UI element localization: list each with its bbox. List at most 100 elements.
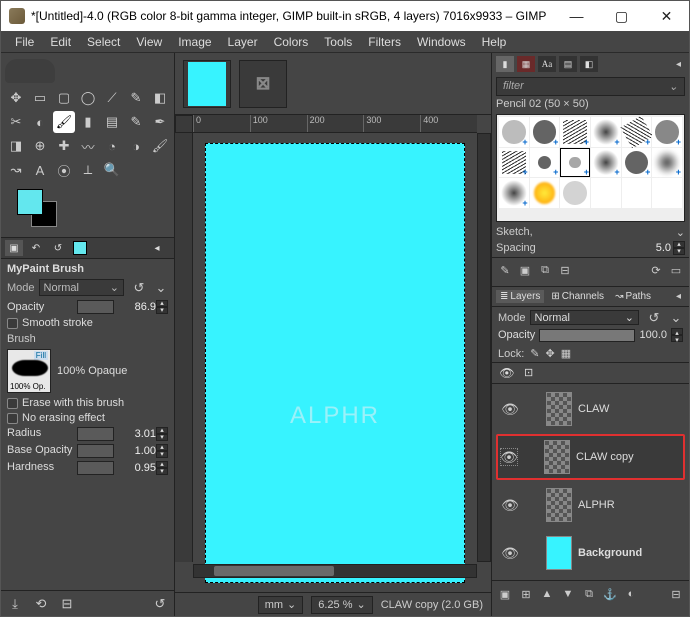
new-layer-icon[interactable]: ▣ xyxy=(496,585,514,603)
tool-dodge[interactable]: ◑ xyxy=(125,135,147,157)
tool-free-select[interactable]: ⟋ xyxy=(101,87,123,109)
tool-ellipse-select[interactable]: ◯ xyxy=(77,87,99,109)
layer-row[interactable]: 👁ALPHR xyxy=(496,482,685,528)
brush-category-chevron-icon[interactable]: ⌄ xyxy=(676,226,685,239)
close-button[interactable]: ✕ xyxy=(644,1,689,31)
menu-layer[interactable]: Layer xyxy=(220,31,266,53)
ruler-corner[interactable] xyxy=(175,115,193,133)
tool-ink[interactable]: ✒ xyxy=(149,111,171,133)
tab-layers[interactable]: ≣Layers xyxy=(496,290,544,303)
hardness-slider[interactable] xyxy=(77,461,114,475)
menu-windows[interactable]: Windows xyxy=(409,31,474,53)
layer-opacity-spinner[interactable]: ▴▾ xyxy=(671,328,683,342)
lower-layer-icon[interactable]: ▼ xyxy=(559,585,577,603)
tool-clone[interactable]: ⊕ xyxy=(29,135,51,157)
tool-color-picker[interactable]: ⦿ xyxy=(53,159,75,181)
layer-row[interactable]: 👁 CLAW copy xyxy=(496,434,685,480)
dup-brush-icon[interactable]: ⧉ xyxy=(536,261,554,279)
menu-view[interactable]: View xyxy=(128,31,170,53)
image-tab-0[interactable] xyxy=(183,60,231,108)
smooth-stroke-checkbox[interactable]: Smooth stroke xyxy=(7,317,168,329)
tool-color-select[interactable]: ◧ xyxy=(149,87,171,109)
tab-channels[interactable]: ⊞Channels xyxy=(547,290,608,303)
tab-brushes[interactable]: ▮ xyxy=(496,56,514,72)
eye-icon[interactable]: 👁 xyxy=(500,545,520,562)
layer-name[interactable]: CLAW copy xyxy=(576,451,681,463)
layer-thumbnail[interactable] xyxy=(546,536,572,570)
tab-tool-options[interactable]: ▣ xyxy=(5,240,23,256)
tab-fonts[interactable]: Aa xyxy=(538,56,556,72)
open-brush-icon[interactable]: ▭ xyxy=(667,261,685,279)
layer-mode-chevron-icon[interactable]: ⌄ xyxy=(669,311,683,325)
spacing-spinner[interactable]: ▴▾ xyxy=(673,241,685,255)
vertical-scrollbar[interactable] xyxy=(477,133,491,562)
layer-thumbnail[interactable] xyxy=(546,392,572,426)
minimize-button[interactable]: — xyxy=(554,1,599,31)
lock-position-icon[interactable]: ✥ xyxy=(546,347,555,360)
menu-select[interactable]: Select xyxy=(79,31,128,53)
tab-history[interactable]: ▤ xyxy=(559,56,577,72)
tool-mypaint[interactable]: 🖌 xyxy=(149,135,171,157)
tool-move[interactable]: ✥ xyxy=(5,87,27,109)
tool-path[interactable]: ↝ xyxy=(5,159,27,181)
menu-filters[interactable]: Filters xyxy=(360,31,409,53)
layer-mode-reset-icon[interactable]: ↺ xyxy=(647,311,661,325)
maximize-button[interactable]: ▢ xyxy=(599,1,644,31)
fg-color[interactable] xyxy=(17,189,43,215)
mask-layer-icon[interactable]: ◐ xyxy=(622,585,640,603)
horizontal-scrollbar[interactable] xyxy=(193,564,477,578)
tool-fuzzy-select[interactable]: ✎ xyxy=(125,87,147,109)
tool-eraser[interactable]: ◨ xyxy=(5,135,27,157)
radius-spinner[interactable]: ▴▾ xyxy=(156,427,168,441)
layers-tab-menu[interactable]: ◂ xyxy=(672,291,685,302)
tab-menu-arrow[interactable]: ◂ xyxy=(148,240,166,256)
tab-patterns[interactable]: ▦ xyxy=(517,56,535,72)
opacity-slider[interactable] xyxy=(77,300,114,314)
layer-row[interactable]: 👁CLAW xyxy=(496,386,685,432)
tool-rect-select[interactable]: ▢ xyxy=(53,87,75,109)
tool-bucket[interactable]: ▮ xyxy=(77,111,99,133)
zoom-select[interactable]: 6.25 %⌄ xyxy=(311,596,372,614)
mode-reset-icon[interactable]: ↺ xyxy=(132,281,146,295)
menu-colors[interactable]: Colors xyxy=(266,31,317,53)
tab-paths[interactable]: ↝Paths xyxy=(611,290,655,303)
restore-options-icon[interactable]: ⟲ xyxy=(33,596,49,612)
radius-slider[interactable] xyxy=(77,427,114,441)
tool-zoom[interactable]: 🔍 xyxy=(101,159,123,181)
image-tab-close[interactable]: ⊠ xyxy=(239,60,287,108)
mode-select[interactable]: Normal⌄ xyxy=(39,279,124,296)
lock-alpha-icon[interactable]: ▦ xyxy=(561,347,571,360)
mode-chevron-icon[interactable]: ⌄ xyxy=(154,281,168,295)
tool-measure[interactable]: ⟂ xyxy=(77,159,99,181)
del-brush-icon[interactable]: ⊟ xyxy=(556,261,574,279)
save-options-icon[interactable]: ⤓ xyxy=(7,596,23,612)
raise-layer-icon[interactable]: ▲ xyxy=(538,585,556,603)
brush-filter-input[interactable]: filter⌄ xyxy=(496,77,685,96)
merge-layer-icon[interactable]: ⚓ xyxy=(601,585,619,603)
edit-brush-icon[interactable]: ✎ xyxy=(496,261,514,279)
tab-undo[interactable]: ↺ xyxy=(49,240,67,256)
tool-text[interactable]: A xyxy=(29,159,51,181)
ruler-vertical[interactable] xyxy=(175,133,193,562)
menu-file[interactable]: File xyxy=(7,31,42,53)
tab-device[interactable]: ↶ xyxy=(27,240,45,256)
dup-layer-icon[interactable]: ⧉ xyxy=(580,585,598,603)
brush-category[interactable]: Sketch, xyxy=(496,226,676,239)
layer-thumbnail[interactable] xyxy=(546,488,572,522)
lock-pixels-icon[interactable]: ✎ xyxy=(530,347,539,360)
brushes-tab-menu[interactable]: ◂ xyxy=(672,59,685,70)
menu-help[interactable]: Help xyxy=(474,31,515,53)
tool-align[interactable]: ▭ xyxy=(29,87,51,109)
brush-grid[interactable]: + + + + + + + + + + + + + xyxy=(496,114,685,222)
color-swatch[interactable] xyxy=(9,187,59,227)
layer-opacity-slider[interactable] xyxy=(539,329,635,342)
menu-edit[interactable]: Edit xyxy=(42,31,79,53)
layer-name[interactable]: Background xyxy=(578,547,681,559)
delete-options-icon[interactable]: ⊟ xyxy=(59,596,75,612)
tool-heal[interactable]: ✚ xyxy=(53,135,75,157)
eye-icon[interactable]: 👁 xyxy=(500,448,518,466)
new-group-icon[interactable]: ⊞ xyxy=(517,585,535,603)
layer-mode-select[interactable]: Normal⌄ xyxy=(530,310,639,325)
layer-name[interactable]: CLAW xyxy=(578,403,681,415)
menu-tools[interactable]: Tools xyxy=(316,31,360,53)
